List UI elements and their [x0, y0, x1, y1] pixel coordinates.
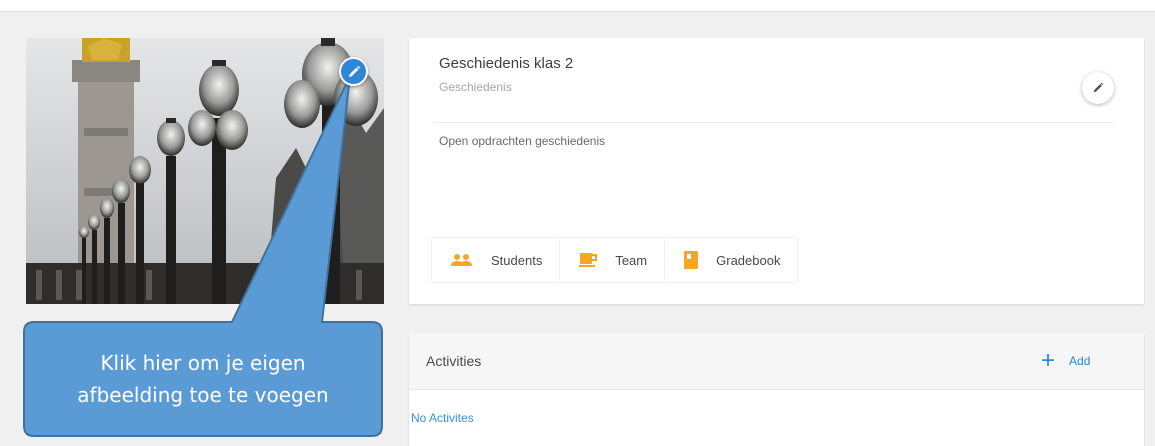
add-label: Add [1069, 354, 1091, 368]
pencil-icon [348, 65, 360, 77]
plus-icon: + [1041, 347, 1056, 374]
activities-header: Activities + Add [409, 333, 1144, 390]
callout-line-2: afbeelding toe te voegen [77, 383, 329, 407]
tab-team[interactable]: Team [559, 237, 665, 283]
top-bar [0, 0, 1155, 12]
class-photo [26, 38, 384, 304]
tab-gradebook-label: Gradebook [716, 252, 781, 268]
card-divider [435, 122, 1113, 123]
class-subject: Geschiedenis [439, 80, 512, 94]
callout-text: Klik hier om je eigen afbeelding toe te … [24, 322, 382, 436]
add-activity-button[interactable]: + Add [1041, 347, 1091, 374]
tab-students[interactable]: Students [431, 237, 560, 283]
tab-gradebook[interactable]: Gradebook [664, 237, 799, 283]
tab-team-label: Team [615, 252, 648, 268]
no-activities-message: No Activites [411, 411, 474, 425]
class-tabs: Students Team Gradebook [431, 237, 799, 283]
edit-class-button[interactable] [1082, 72, 1114, 104]
edit-photo-button[interactable] [339, 57, 368, 86]
gradebook-icon [684, 251, 699, 269]
students-icon [451, 253, 473, 267]
class-title: Geschiedenis klas 2 [439, 55, 574, 72]
class-description: Open opdrachten geschiedenis [439, 134, 606, 148]
tab-students-label: Students [491, 252, 543, 268]
activities-title: Activities [426, 353, 482, 369]
team-icon [579, 252, 598, 268]
callout-line-1: Klik hier om je eigen [100, 351, 306, 375]
class-card: Geschiedenis klas 2 Geschiedenis Open op… [409, 38, 1144, 304]
activities-panel: Activities + Add No Activites [409, 333, 1144, 446]
pencil-icon [1093, 82, 1104, 93]
